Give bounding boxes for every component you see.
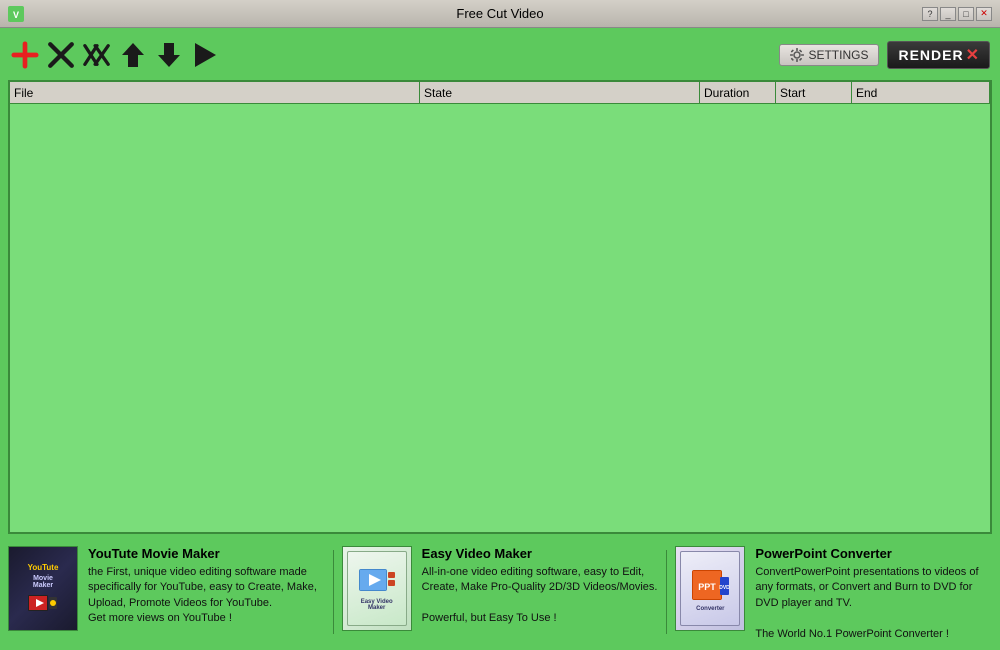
settings-button[interactable]: SETTINGS [779,44,879,66]
ad-item-3: PPT DVD Converter PowerPoint Converter C… [675,546,992,638]
title-bar: V Free Cut Video ? _ □ ✕ [0,0,1000,28]
minimize-button[interactable]: _ [940,7,956,21]
render-label: RENDER [898,47,963,63]
render-button[interactable]: RENDER✕ [887,41,990,69]
maximize-button[interactable]: □ [958,7,974,21]
ad-title-3: PowerPoint Converter [755,546,992,561]
ad-text-1: YouTute Movie Maker the First, unique vi… [88,546,325,627]
ad-item-1: YouTute Movie Maker YouTut [8,546,325,638]
window-controls: ? _ □ ✕ [922,7,992,21]
toolbar-right: SETTINGS RENDER✕ [779,41,990,69]
app-title: Free Cut Video [456,6,543,21]
ppt-converter-graphic: PPT DVD [690,565,730,605]
col-header-start: Start [776,82,852,103]
move-down-button[interactable] [154,40,184,70]
easy-video-maker-graphic [359,567,395,597]
ad-text-3: PowerPoint Converter ConvertPowerPoint p… [755,546,992,642]
help-button[interactable]: ? [922,7,938,21]
toolbar: SETTINGS RENDER✕ [8,36,992,74]
svg-text:PPT: PPT [699,582,717,592]
settings-label: SETTINGS [808,48,868,62]
ad-desc-3: ConvertPowerPoint presentations to video… [755,565,992,642]
col-header-end: End [852,82,990,103]
play-button[interactable] [190,40,220,70]
file-list-body[interactable] [10,104,990,532]
ad-desc-2: All-in-one video editing software, easy … [422,565,659,627]
svg-text:DVD: DVD [720,585,731,591]
ad-separator-1 [333,550,334,634]
clear-button[interactable] [82,40,112,70]
file-list-header: File State Duration Start End [10,82,990,104]
col-header-file: File [10,82,420,103]
ad-image-3[interactable]: PPT DVD Converter [675,546,745,631]
render-x-icon: ✕ [966,45,979,65]
svg-text:V: V [13,10,19,20]
move-up-button[interactable] [118,40,148,70]
ad-text-2: Easy Video Maker All-in-one video editin… [422,546,659,627]
ad-image-2[interactable]: Easy VideoMaker [342,546,412,631]
app-icon: V [8,6,24,22]
file-list: File State Duration Start End [8,80,992,534]
remove-button[interactable] [46,40,76,70]
ad-title-1: YouTute Movie Maker [88,546,325,561]
main-area: SETTINGS RENDER✕ File State Duration Sta… [0,28,1000,650]
title-bar-left: V [8,6,24,22]
gear-icon [790,48,804,62]
close-button[interactable]: ✕ [976,7,992,21]
ad-image-1[interactable]: YouTute Movie Maker [8,546,78,631]
ad-title-2: Easy Video Maker [422,546,659,561]
ad-section: YouTute Movie Maker YouTut [8,542,992,642]
add-button[interactable] [10,40,40,70]
col-header-duration: Duration [700,82,776,103]
ad-item-2: Easy VideoMaker Easy Video Maker All-in-… [342,546,659,638]
col-header-state: State [420,82,700,103]
ad-separator-2 [666,550,667,634]
ad-desc-1: the First, unique video editing software… [88,565,325,627]
